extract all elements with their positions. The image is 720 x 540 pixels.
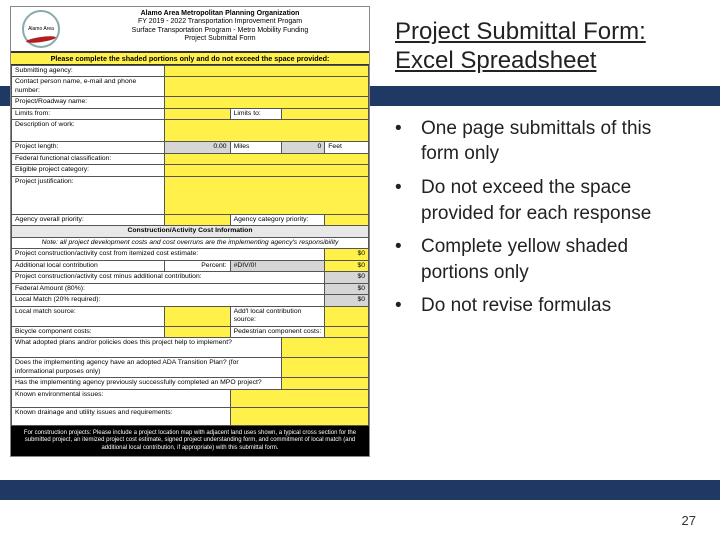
val-federal: $0: [325, 283, 369, 294]
bullet-text: Do not revise formulas: [421, 293, 611, 319]
form-instruction: Please complete the shaded portions only…: [11, 52, 369, 65]
label-match-src: Local match source:: [12, 306, 165, 326]
field-category-priority: [325, 214, 369, 225]
field-addl-src: [325, 306, 369, 326]
text-column: Project Submittal Form: Excel Spreadshee…: [375, 0, 720, 540]
label-eligible-cat: Eligible project category:: [12, 165, 165, 176]
slide: Alamo Area Alamo Area Metropolitan Plann…: [0, 0, 720, 540]
form-table: Submitting agency: Contact person name, …: [11, 65, 369, 426]
val-addl-contrib: $0: [325, 260, 369, 271]
label-bike: Bicycle component costs:: [12, 326, 165, 337]
field-project-roadway: [165, 97, 369, 108]
org-name: Alamo Area Metropolitan Planning Organiz…: [73, 10, 367, 18]
field-submitting-agency: [165, 66, 369, 77]
fy-line: FY 2019 - 2022 Transportation Improvemen…: [73, 18, 367, 26]
field-q5: [230, 407, 368, 425]
field-limits-from: [165, 108, 231, 119]
field-eligible-cat: [165, 165, 369, 176]
label-q5: Known drainage and utility issues and re…: [12, 407, 231, 425]
label-feet: Feet: [325, 142, 369, 153]
form-header: Alamo Area Alamo Area Metropolitan Plann…: [11, 7, 369, 52]
label-percent: Percent:: [165, 260, 231, 271]
bullet-text: One page submittals of this form only: [421, 116, 692, 167]
label-cost-estimate: Project construction/activity cost from …: [12, 249, 325, 260]
form-thumbnail-column: Alamo Area Alamo Area Metropolitan Plann…: [0, 0, 375, 540]
label-q1: What adopted plans and/or policies does …: [12, 338, 282, 358]
slide-title: Project Submittal Form: Excel Spreadshee…: [395, 18, 692, 76]
field-limits-to: [281, 108, 368, 119]
program-line: Surface Transportation Program - Metro M…: [73, 27, 367, 35]
field-q4: [230, 389, 368, 407]
label-federal: Federal Amount (80%):: [12, 283, 325, 294]
label-miles: Miles: [230, 142, 281, 153]
field-description: [165, 120, 369, 142]
field-justification: [165, 176, 369, 214]
field-contact: [165, 77, 369, 97]
label-justification: Project justification:: [12, 176, 165, 214]
field-q2: [281, 358, 368, 378]
label-addl-src: Add'l local contribution source:: [230, 306, 325, 326]
label-project-length: Project length:: [12, 142, 165, 153]
bullet-text: Do not exceed the space provided for eac…: [421, 175, 692, 226]
bullet-item: •One page submittals of this form only: [395, 116, 692, 167]
label-overall-priority: Agency overall priority:: [12, 214, 165, 225]
field-ped: [325, 326, 369, 337]
bullet-icon: •: [395, 116, 421, 167]
label-q2: Does the implementing agency have an ado…: [12, 358, 282, 378]
field-q1: [281, 338, 368, 358]
val-length: 0.00: [165, 142, 231, 153]
label-q4: Known environmental issues:: [12, 389, 231, 407]
label-fed-class: Federal functional classification:: [12, 153, 165, 164]
field-q3: [281, 378, 368, 389]
form-name: Project Submittal Form: [73, 35, 367, 43]
val-percent: #DIV/0!: [230, 260, 325, 271]
bullet-item: •Do not exceed the space provided for ea…: [395, 175, 692, 226]
label-limits-to: Limits to:: [230, 108, 281, 119]
label-description: Description of work:: [12, 120, 165, 142]
form-footer: For construction projects: Please includ…: [11, 426, 369, 457]
label-q3: Has the implementing agency previously s…: [12, 378, 282, 389]
label-addl-contrib: Additional local contribution: [12, 260, 165, 271]
cost-note: Note: all project development costs and …: [12, 237, 369, 248]
val-cost-estimate: $0: [325, 249, 369, 260]
bullet-text: Complete yellow shaded portions only: [421, 234, 692, 285]
cost-section-header: Construction/Activity Cost Information: [12, 226, 369, 237]
bullet-item: •Complete yellow shaded portions only: [395, 234, 692, 285]
label-limits-from: Limits from:: [12, 108, 165, 119]
form-header-titles: Alamo Area Metropolitan Planning Organiz…: [71, 7, 369, 51]
logo-text: Alamo Area: [28, 27, 54, 32]
label-contact: Contact person name, e-mail and phone nu…: [12, 77, 165, 97]
field-match-src: [165, 306, 231, 326]
field-bike: [165, 326, 231, 337]
label-project-roadway: Project/Roadway name:: [12, 97, 165, 108]
field-overall-priority: [165, 214, 231, 225]
logo-icon: Alamo Area: [11, 7, 71, 51]
label-category-priority: Agency category priority:: [230, 214, 325, 225]
label-local-match: Local Match (20% required):: [12, 295, 325, 306]
field-fed-class: [165, 153, 369, 164]
project-submittal-form: Alamo Area Alamo Area Metropolitan Plann…: [10, 6, 370, 457]
label-ped: Pedestrian component costs:: [230, 326, 325, 337]
val-local-match: $0: [325, 295, 369, 306]
bullet-icon: •: [395, 293, 421, 319]
val-cost-minus: $0: [325, 272, 369, 283]
bullet-icon: •: [395, 234, 421, 285]
bullet-item: •Do not revise formulas: [395, 293, 692, 319]
bullet-icon: •: [395, 175, 421, 226]
val-zero: 0: [281, 142, 325, 153]
page-number: 27: [682, 513, 696, 528]
label-cost-minus: Project construction/activity cost minus…: [12, 272, 325, 283]
bullet-list: •One page submittals of this form only •…: [395, 116, 692, 319]
label-submitting-agency: Submitting agency:: [12, 66, 165, 77]
